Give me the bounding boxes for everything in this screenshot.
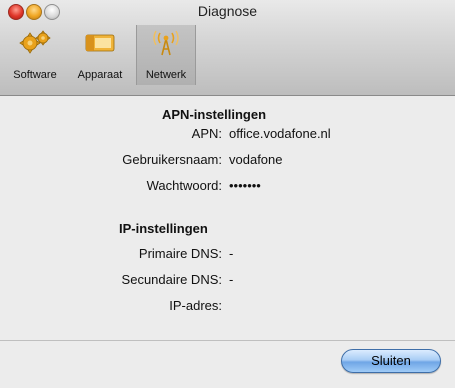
toolbar-item-label: Netwerk: [145, 69, 187, 81]
primary-dns-row: Primaire DNS: -: [0, 246, 455, 266]
window-title: Diagnose: [197, 3, 258, 19]
toolbar-item-apparaat[interactable]: Apparaat: [66, 25, 134, 85]
username-value: vodafone: [229, 152, 283, 167]
primary-dns-label: Primaire DNS:: [138, 246, 222, 261]
network-panel: APN-instellingen APN: office.vodafone.nl…: [0, 96, 455, 388]
toolbar-item-software[interactable]: Software: [6, 25, 64, 85]
primary-dns-value: -: [229, 246, 234, 261]
password-label: Wachtwoord:: [146, 178, 222, 193]
apn-heading: APN-instellingen: [162, 107, 267, 122]
username-label: Gebruikersnaam:: [122, 152, 222, 167]
password-row: Wachtwoord: •••••••: [0, 178, 455, 198]
gears-icon: [18, 29, 52, 58]
close-button[interactable]: Sluiten: [341, 349, 441, 373]
secondary-dns-label: Secundaire DNS:: [121, 272, 222, 287]
toolbar-item-label: Apparaat: [77, 69, 123, 81]
diagnose-window: Diagnose Software Apparaat Netwerk APN-i…: [0, 0, 455, 388]
apn-value: office.vodafone.nl: [229, 126, 331, 141]
ip-address-row: IP-adres:: [0, 298, 455, 318]
ip-address-label: IP-adres:: [169, 298, 222, 313]
password-value: •••••••: [229, 178, 261, 193]
secondary-dns-value: -: [229, 272, 234, 287]
toolbar-item-netwerk[interactable]: Netwerk: [136, 25, 196, 85]
secondary-dns-row: Secundaire DNS: -: [0, 272, 455, 292]
apn-label: APN:: [191, 126, 222, 141]
ip-heading: IP-instellingen: [119, 221, 208, 236]
device-icon: [83, 29, 117, 58]
title-bar: Diagnose Software Apparaat Netwerk: [0, 0, 455, 96]
antenna-icon: [151, 29, 181, 60]
username-row: Gebruikersnaam: vodafone: [0, 152, 455, 172]
toolbar-item-label: Software: [13, 69, 57, 81]
footer-divider: [0, 340, 455, 341]
apn-row: APN: office.vodafone.nl: [0, 126, 455, 146]
